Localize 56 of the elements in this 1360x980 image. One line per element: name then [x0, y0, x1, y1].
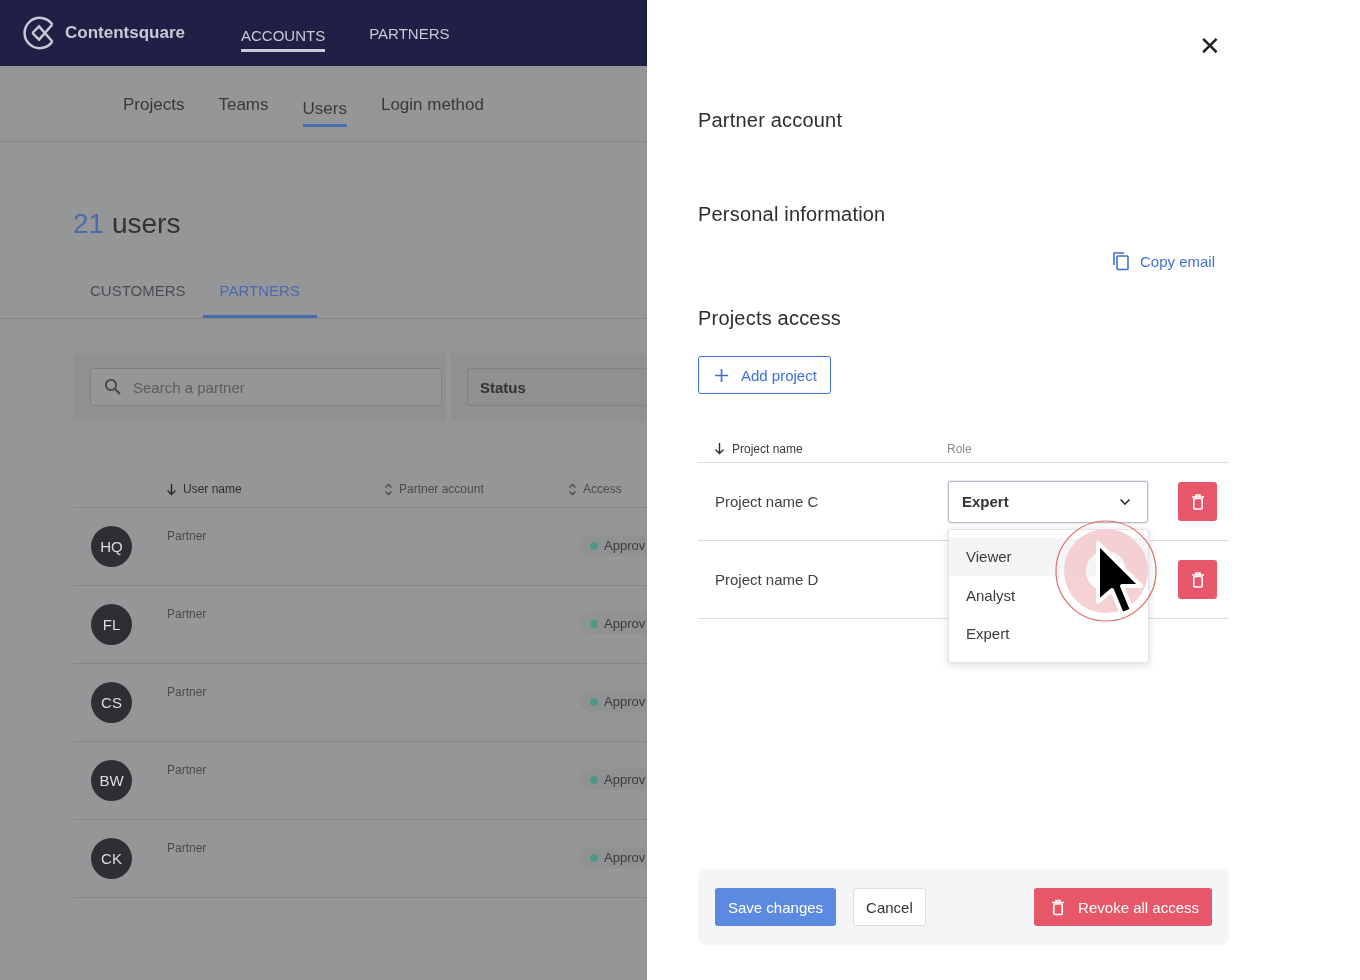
cancel-button[interactable]: Cancel: [853, 888, 926, 926]
user-avatar: CK: [91, 838, 132, 879]
sort-icon[interactable]: [568, 482, 577, 496]
close-button[interactable]: ✕: [1199, 33, 1221, 59]
sub-nav-tab[interactable]: Users: [302, 90, 347, 127]
user-avatar: HQ: [91, 526, 132, 567]
logo-text: Contentsquare: [65, 23, 185, 43]
user-type-tab[interactable]: CUSTOMERS: [73, 282, 203, 318]
status-dropdown[interactable]: Status: [467, 368, 647, 406]
search-field[interactable]: Search a partner: [90, 368, 442, 406]
top-nav-tab[interactable]: PARTNERS: [369, 16, 450, 50]
delete-button[interactable]: [1178, 482, 1217, 521]
revoke-access-button[interactable]: Revoke all access: [1034, 888, 1212, 926]
status-badge: Approv: [580, 691, 647, 712]
status-badge: Approv: [580, 769, 647, 790]
column-header[interactable]: User name: [183, 482, 242, 496]
section-title: Projects access: [698, 307, 843, 330]
save-changes-button[interactable]: Save changes: [715, 888, 837, 926]
section-title: Personal information: [698, 203, 887, 226]
sub-nav-tab[interactable]: Teams: [218, 86, 269, 123]
add-project-button[interactable]: Add project: [698, 356, 831, 394]
user-type-text: Partner: [167, 607, 208, 621]
user-type-text: Partner: [167, 685, 208, 699]
copy-icon: [1111, 251, 1130, 271]
trash-icon: [1190, 493, 1205, 510]
sub-nav-tab[interactable]: Login method: [380, 86, 484, 123]
sort-down-icon[interactable]: [714, 442, 725, 455]
delete-button[interactable]: [1178, 560, 1217, 599]
copy-email-link[interactable]: Copy email: [1111, 251, 1215, 271]
top-nav-tab[interactable]: ACCOUNTS: [241, 19, 326, 52]
user-avatar: BW: [91, 760, 132, 801]
user-type-text: Partner: [167, 763, 208, 777]
trash-icon: [1051, 898, 1066, 916]
column-header: Role: [947, 441, 972, 456]
user-type-text: Partner: [167, 529, 208, 543]
status-badge: Approv: [580, 847, 647, 868]
status-badge: Approv: [580, 613, 647, 634]
status-badge: Approv: [580, 535, 647, 556]
trash-icon: [1190, 571, 1205, 588]
sort-icon[interactable]: [384, 482, 393, 496]
plus-icon: [715, 368, 728, 382]
user-type-text: Partner: [167, 841, 208, 855]
user-avatar: FL: [91, 604, 132, 645]
chevron-icon: [1119, 497, 1131, 506]
column-header[interactable]: Project name: [732, 441, 803, 456]
project-name: Project name D: [715, 571, 820, 588]
sub-nav-tab[interactable]: Projects: [123, 86, 185, 123]
role-option[interactable]: Expert: [949, 614, 1148, 653]
section-title: Partner account: [698, 109, 844, 132]
column-header[interactable]: Partner account: [399, 482, 484, 496]
project-name: Project name C: [715, 493, 820, 510]
column-header[interactable]: Access: [583, 482, 622, 496]
role-dropdown[interactable]: Expert: [948, 480, 1148, 523]
page-heading: 21 users: [73, 208, 182, 240]
role-option[interactable]: Analyst: [949, 576, 1148, 615]
user-avatar: CS: [91, 682, 132, 723]
